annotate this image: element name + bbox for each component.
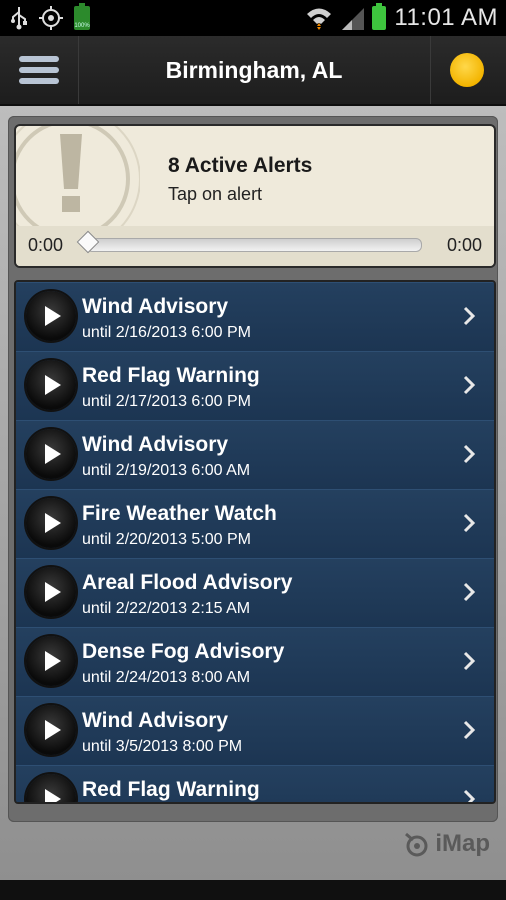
elapsed-time: 0:00 xyxy=(28,235,64,255)
alert-row[interactable]: Red Flag Warning until 2/17/2013 6:00 PM xyxy=(16,351,494,421)
play-icon[interactable] xyxy=(26,498,76,548)
sun-icon xyxy=(450,53,484,87)
alert-row[interactable]: Wind Advisory until 3/5/2013 8:00 PM xyxy=(16,696,494,766)
alert-title: Dense Fog Advisory xyxy=(82,640,285,663)
app-header: Birmingham, AL xyxy=(0,36,506,106)
play-icon[interactable] xyxy=(26,705,76,755)
chevron-right-icon xyxy=(463,444,476,464)
wifi-icon xyxy=(307,8,332,30)
alert-title: Wind Advisory xyxy=(82,433,229,456)
alert-row[interactable]: Wind Advisory until 2/16/2013 6:00 PM xyxy=(16,282,494,352)
battery-full-icon: 100% xyxy=(74,3,90,30)
audio-player: 0:00 0:00 xyxy=(16,226,494,266)
play-icon[interactable] xyxy=(26,567,76,617)
imap-logo-text: iMap xyxy=(435,830,490,857)
battery-small-label: 100% xyxy=(74,23,90,29)
location-title[interactable]: Birmingham, AL xyxy=(79,36,429,104)
imap-logo: iMap xyxy=(403,830,490,858)
status-right-icons: 11:01 AM xyxy=(306,3,498,32)
total-time: 0:00 xyxy=(446,235,482,255)
hamburger-menu-icon-bar xyxy=(19,67,59,73)
chevron-right-icon xyxy=(463,513,476,533)
hamburger-menu-icon xyxy=(19,56,59,62)
chevron-right-icon xyxy=(463,375,476,395)
alert-title: Wind Advisory xyxy=(82,709,229,732)
active-alerts-panel[interactable]: 8 Active Alerts Tap on alert 0:00 0:00 xyxy=(14,124,496,268)
gps-icon xyxy=(39,6,63,30)
alert-until: until 2/20/2013 5:00 PM xyxy=(82,531,252,548)
status-bar: 100% 11:01 AM xyxy=(0,0,506,36)
alert-row[interactable]: Fire Weather Watch until 2/20/2013 5:00 … xyxy=(16,489,494,559)
play-icon[interactable] xyxy=(26,636,76,686)
chevron-right-icon xyxy=(463,582,476,602)
alert-row[interactable]: Red Flag Warning xyxy=(16,765,494,802)
progress-track[interactable] xyxy=(86,238,422,252)
alert-row[interactable]: Dense Fog Advisory until 2/24/2013 8:00 … xyxy=(16,627,494,697)
alert-until: until 2/16/2013 6:00 PM xyxy=(82,324,252,341)
chevron-right-icon xyxy=(463,720,476,740)
alerts-instruction: Tap on alert xyxy=(168,184,263,204)
alert-title: Red Flag Warning xyxy=(82,778,260,801)
play-icon[interactable] xyxy=(26,429,76,479)
alert-title: Wind Advisory xyxy=(82,295,229,318)
alert-until: until 3/5/2013 8:00 PM xyxy=(82,738,243,755)
imap-logo-icon xyxy=(405,832,428,857)
play-icon[interactable] xyxy=(26,360,76,410)
alert-until: until 2/22/2013 2:15 AM xyxy=(82,600,251,617)
weather-button[interactable] xyxy=(430,36,506,104)
signal-icon xyxy=(342,8,365,30)
play-icon[interactable] xyxy=(26,291,76,341)
alert-until: until 2/19/2013 6:00 AM xyxy=(82,462,251,479)
play-icon[interactable] xyxy=(26,774,76,802)
alert-until: until 2/17/2013 6:00 PM xyxy=(82,393,252,410)
status-left-icons: 100% xyxy=(10,3,90,32)
usb-icon xyxy=(11,7,27,30)
menu-button[interactable] xyxy=(0,36,79,104)
alert-row[interactable]: Wind Advisory until 2/19/2013 6:00 AM xyxy=(16,420,494,490)
hamburger-menu-icon-bar xyxy=(19,78,59,84)
alert-title: Red Flag Warning xyxy=(82,364,260,387)
chevron-right-icon xyxy=(463,789,476,802)
alert-row[interactable]: Areal Flood Advisory until 2/22/2013 2:1… xyxy=(16,558,494,628)
alert-title: Fire Weather Watch xyxy=(82,502,277,525)
chevron-right-icon xyxy=(463,306,476,326)
chevron-right-icon xyxy=(463,651,476,671)
bottom-bar xyxy=(0,880,506,900)
battery-icon xyxy=(372,3,387,30)
status-time: 11:01 AM xyxy=(394,4,498,31)
alert-until: until 2/24/2013 8:00 AM xyxy=(82,669,251,686)
alerts-count-title: 8 Active Alerts xyxy=(168,154,313,177)
alert-title: Areal Flood Advisory xyxy=(82,571,293,594)
alerts-list: Wind Advisory until 2/16/2013 6:00 PM Re… xyxy=(14,280,496,804)
